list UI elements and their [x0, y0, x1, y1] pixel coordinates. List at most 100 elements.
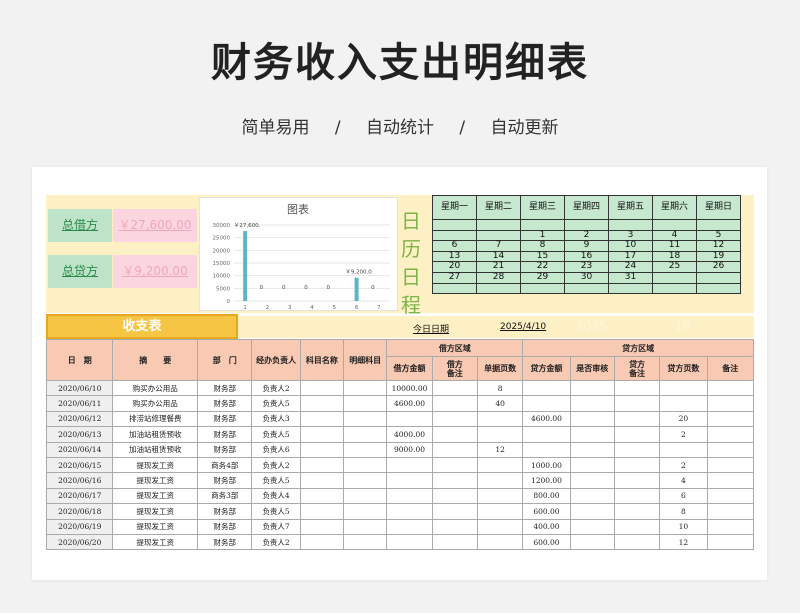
table-cell[interactable] [476, 518, 524, 535]
table-cell[interactable]: 2020/06/10 [45, 379, 114, 397]
table-cell[interactable] [386, 472, 433, 489]
table-cell[interactable] [386, 410, 433, 428]
calendar-day-cell[interactable]: 21 [476, 261, 521, 273]
table-cell[interactable] [431, 518, 478, 535]
table-cell[interactable] [299, 503, 345, 520]
table-cell[interactable]: 2020/06/16 [45, 472, 114, 489]
table-cell[interactable]: 1000.00 [522, 456, 571, 474]
table-cell[interactable]: 10000.00 [386, 379, 433, 397]
table-cell[interactable]: 提现发工资 [112, 487, 199, 505]
table-cell[interactable]: 2 [659, 426, 708, 443]
calendar-day-cell[interactable]: 13 [432, 250, 477, 263]
total-debit-value[interactable]: ￥27,600.00 [113, 209, 197, 242]
calendar-day-cell[interactable]: 16 [564, 250, 609, 263]
table-cell[interactable] [659, 441, 708, 458]
table-cell[interactable] [431, 503, 478, 520]
table-cell[interactable]: 购买办公用品 [112, 379, 199, 397]
calendar-day-cell[interactable]: 12 [696, 240, 741, 252]
table-cell[interactable] [613, 518, 661, 535]
table-cell[interactable] [659, 379, 708, 397]
table-cell[interactable] [476, 410, 524, 428]
table-cell[interactable]: 10 [659, 518, 708, 535]
table-cell[interactable]: 2020/06/18 [45, 503, 114, 520]
table-cell[interactable] [613, 487, 661, 505]
table-cell[interactable] [569, 456, 615, 474]
table-cell[interactable]: 8 [476, 379, 524, 397]
table-cell[interactable] [431, 487, 478, 505]
table-cell[interactable] [386, 456, 433, 474]
table-cell[interactable] [431, 426, 478, 443]
calendar-day-cell[interactable] [652, 219, 697, 231]
calendar-day-cell[interactable] [696, 219, 741, 231]
table-cell[interactable]: 4 [659, 472, 708, 489]
table-cell[interactable]: 2020/06/14 [45, 441, 114, 458]
table-cell[interactable] [522, 426, 571, 443]
total-credit-value[interactable]: ￥9,200.00 [113, 255, 197, 288]
table-cell[interactable] [343, 426, 388, 443]
table-cell[interactable]: 20 [659, 410, 708, 428]
table-cell[interactable]: 负责人7 [251, 518, 301, 535]
table-cell[interactable] [343, 456, 388, 474]
calendar-day-cell[interactable]: 29 [520, 271, 565, 284]
calendar-day-cell[interactable]: 8 [520, 240, 565, 252]
today-date-value[interactable]: 2025/4/10 [500, 322, 546, 332]
table-cell[interactable]: 提现发工资 [112, 456, 199, 474]
calendar-day-cell[interactable] [564, 219, 609, 231]
table-cell[interactable]: 财务部 [197, 441, 253, 458]
calendar-day-cell[interactable] [432, 229, 477, 242]
table-row[interactable]: 2020/06/19 提现发工资 财务部 负责人7 400.00 10 [45, 518, 755, 535]
table-cell[interactable] [343, 395, 388, 412]
table-cell[interactable] [659, 395, 708, 412]
table-cell[interactable] [386, 518, 433, 535]
calendar-day-cell[interactable]: 27 [432, 271, 477, 284]
table-cell[interactable]: 12 [659, 533, 708, 551]
calendar-day-cell[interactable] [476, 282, 521, 295]
table-cell[interactable] [706, 410, 755, 428]
table-cell[interactable] [569, 441, 615, 458]
table-cell[interactable] [343, 472, 388, 489]
table-cell[interactable]: 提现发工资 [112, 472, 199, 489]
table-cell[interactable] [569, 533, 615, 551]
table-cell[interactable] [431, 379, 478, 397]
table-cell[interactable] [299, 456, 345, 474]
table-cell[interactable]: 负责人3 [251, 410, 301, 428]
table-cell[interactable]: 财务部 [197, 518, 253, 535]
table-cell[interactable] [299, 395, 345, 412]
table-cell[interactable] [343, 441, 388, 458]
table-cell[interactable]: 负责人5 [251, 472, 301, 489]
table-cell[interactable] [476, 456, 524, 474]
table-cell[interactable]: 40 [476, 395, 524, 412]
table-cell[interactable] [299, 518, 345, 535]
calendar-day-cell[interactable] [696, 282, 741, 295]
table-cell[interactable]: 财务部 [197, 410, 253, 428]
table-row[interactable]: 2020/06/14 加油站租赁预收 财务部 负责人6 9000.00 12 [45, 441, 755, 458]
table-cell[interactable]: 6 [659, 487, 708, 505]
table-cell[interactable] [431, 533, 478, 551]
table-cell[interactable]: 12 [476, 441, 524, 458]
calendar-day-cell[interactable]: 20 [432, 261, 477, 273]
table-cell[interactable]: 2020/06/17 [45, 487, 114, 505]
table-cell[interactable]: 2020/06/11 [45, 395, 114, 412]
table-cell[interactable] [569, 395, 615, 412]
calendar-day-cell[interactable]: 14 [476, 250, 521, 263]
table-row[interactable]: 2020/06/18 提现发工资 财务部 负责人5 600.00 8 [45, 503, 755, 520]
table-cell[interactable]: 加油站租赁预收 [112, 441, 199, 458]
calendar-day-cell[interactable]: 22 [520, 261, 565, 273]
table-cell[interactable]: 4600.00 [386, 395, 433, 412]
bar-chart[interactable]: 图表 0 5000 10000 15000 20000 25000 30000 ￥27,600… [199, 197, 398, 311]
calendar-day-cell[interactable]: 11 [652, 240, 697, 252]
table-cell[interactable]: 2020/06/15 [45, 456, 114, 474]
table-cell[interactable] [706, 503, 755, 520]
table-cell[interactable]: 提现发工资 [112, 533, 199, 551]
table-cell[interactable] [569, 487, 615, 505]
table-cell[interactable] [613, 379, 661, 397]
table-cell[interactable]: 600.00 [522, 503, 571, 520]
table-row[interactable]: 2020/06/12 排涝站修理餐费 财务部 负责人3 4600.00 20 [45, 410, 755, 428]
calendar-day-cell[interactable]: 15 [520, 250, 565, 263]
table-cell[interactable] [299, 410, 345, 428]
table-cell[interactable] [613, 472, 661, 489]
table-cell[interactable] [613, 426, 661, 443]
table-cell[interactable] [476, 533, 524, 551]
table-cell[interactable]: 加油站租赁预收 [112, 426, 199, 443]
table-cell[interactable]: 600.00 [522, 533, 571, 551]
